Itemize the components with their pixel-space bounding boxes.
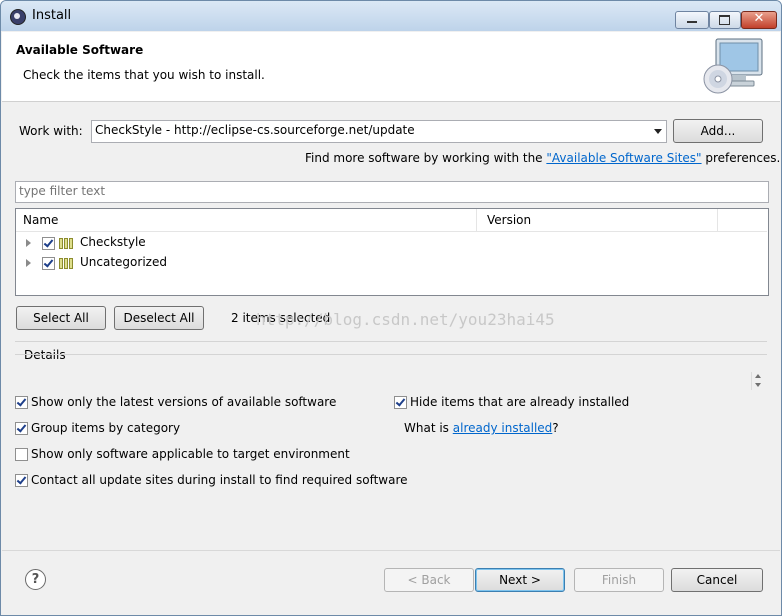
software-tree[interactable]: Name Version Checkstyle Uncategorized (15, 208, 769, 296)
chevron-down-icon[interactable] (654, 129, 662, 134)
category-icon (59, 238, 73, 249)
finish-button[interactable]: Finish (574, 568, 664, 592)
column-header-name[interactable]: Name (16, 209, 477, 232)
tree-row-checkstyle[interactable]: Checkstyle (16, 233, 768, 253)
close-icon: ✕ (753, 11, 765, 26)
expand-arrow-icon[interactable] (26, 259, 31, 267)
add-site-button[interactable]: Add... (673, 119, 763, 143)
find-more-suffix: preferences. (701, 151, 781, 165)
row-label: Checkstyle (80, 235, 146, 249)
latest-only-label: Show only the latest versions of availab… (31, 395, 337, 409)
help-icon[interactable]: ? (25, 569, 46, 590)
target-env-checkbox[interactable] (15, 448, 28, 461)
find-more-text: Find more software by working with the "… (305, 151, 780, 165)
row-label: Uncategorized (80, 255, 167, 269)
row-checkbox[interactable] (42, 257, 55, 270)
deselect-all-button[interactable]: Deselect All (114, 306, 204, 330)
column-header-filler (718, 209, 767, 232)
details-scrollbar[interactable] (751, 372, 766, 390)
available-sites-link[interactable]: "Available Software Sites" (546, 151, 701, 165)
filter-field[interactable] (15, 181, 769, 203)
what-is-installed-text: What is already installed? (404, 421, 559, 435)
row-checkbox[interactable] (42, 237, 55, 250)
window-title: Install (32, 8, 72, 23)
watermark: http://blog.csdn.net/you23hai45 (256, 310, 555, 329)
work-with-value: CheckStyle - http://eclipse-cs.sourcefor… (95, 123, 415, 137)
what-is-prefix: What is (404, 421, 453, 435)
eclipse-icon (10, 9, 26, 25)
maximize-button[interactable] (709, 11, 741, 29)
page-description: Check the items that you wish to install… (23, 68, 265, 82)
find-more-prefix: Find more software by working with the (305, 151, 547, 165)
title-bar[interactable]: Install ✕ (1, 1, 781, 31)
next-button[interactable]: Next > (475, 568, 565, 592)
wizard-header: Available Software Check the items that … (2, 32, 780, 102)
latest-only-checkbox[interactable] (15, 396, 28, 409)
filter-input[interactable] (16, 182, 759, 200)
back-button[interactable]: < Back (384, 568, 474, 592)
what-is-suffix: ? (552, 421, 559, 435)
install-dialog: Install ✕ Available Software Check the i… (0, 0, 782, 616)
footer-divider (2, 550, 780, 551)
details-area (15, 354, 767, 391)
target-env-label: Show only software applicable to target … (31, 447, 350, 461)
group-by-category-label: Group items by category (31, 421, 181, 435)
column-header-version[interactable]: Version (477, 209, 718, 232)
expand-arrow-icon[interactable] (26, 239, 31, 247)
group-by-category-checkbox[interactable] (15, 422, 28, 435)
select-all-button[interactable]: Select All (16, 306, 106, 330)
minimize-button[interactable] (675, 11, 709, 29)
divider (15, 341, 767, 342)
cancel-button[interactable]: Cancel (671, 568, 763, 592)
install-banner-icon (703, 38, 763, 94)
page-title: Available Software (16, 43, 144, 57)
category-icon (59, 258, 73, 269)
already-installed-link[interactable]: already installed (453, 421, 553, 435)
contact-sites-label: Contact all update sites during install … (31, 473, 408, 487)
hide-installed-checkbox[interactable] (394, 396, 407, 409)
hide-installed-label: Hide items that are already installed (410, 395, 630, 409)
contact-sites-checkbox[interactable] (15, 474, 28, 487)
close-button[interactable]: ✕ (741, 11, 777, 29)
tree-row-uncategorized[interactable]: Uncategorized (16, 253, 768, 273)
work-with-label: Work with: (19, 124, 83, 138)
work-with-combo[interactable]: CheckStyle - http://eclipse-cs.sourcefor… (91, 120, 667, 143)
